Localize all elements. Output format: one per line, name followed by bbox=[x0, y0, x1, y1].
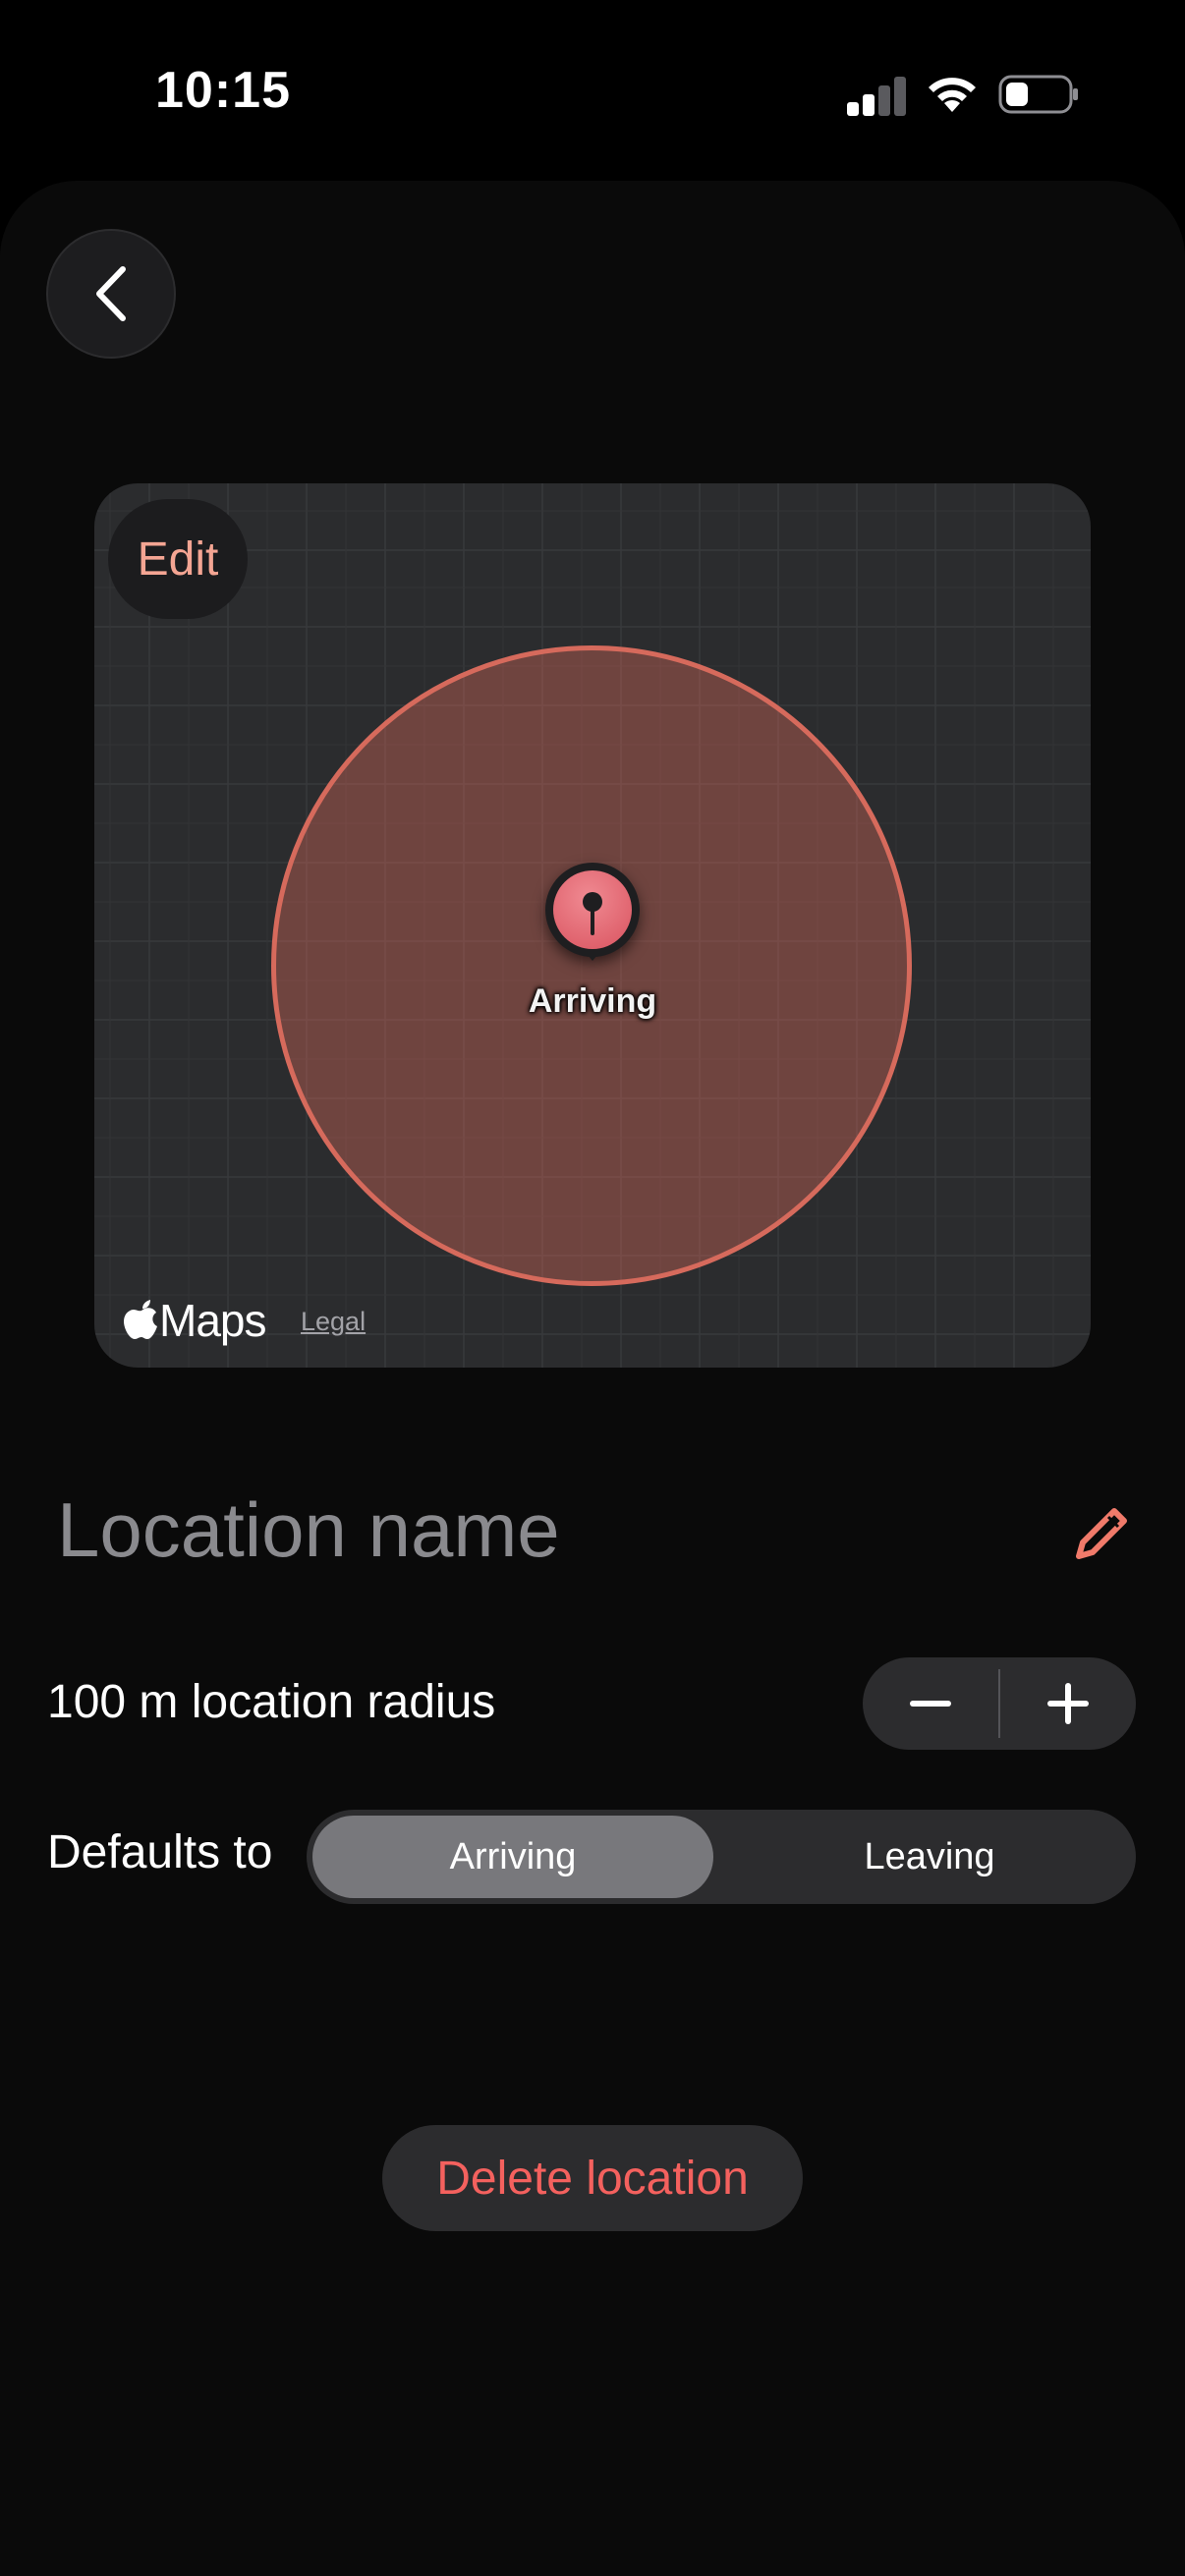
chevron-left-icon bbox=[96, 266, 126, 321]
pin-icon bbox=[553, 870, 632, 949]
map-edit-button[interactable]: Edit bbox=[108, 499, 248, 619]
location-name-field[interactable]: Location name bbox=[57, 1485, 560, 1575]
location-pin[interactable] bbox=[545, 863, 640, 957]
defaults-segmented-control: Arriving Leaving bbox=[307, 1810, 1136, 1904]
defaults-label: Defaults to bbox=[47, 1826, 273, 1878]
pin-label: Arriving bbox=[528, 982, 657, 1020]
battery-icon bbox=[998, 75, 1078, 114]
segment-leaving[interactable]: Leaving bbox=[729, 1816, 1130, 1898]
map-view[interactable]: Arriving Edit Maps Legal bbox=[94, 483, 1091, 1368]
plus-icon bbox=[1047, 1683, 1089, 1724]
segment-arriving[interactable]: Arriving bbox=[312, 1816, 713, 1898]
legal-link[interactable]: Legal bbox=[301, 1307, 366, 1337]
radius-label: 100 m location radius bbox=[47, 1676, 496, 1728]
pushpin-icon bbox=[583, 892, 602, 935]
back-button[interactable] bbox=[46, 229, 176, 359]
maps-brand-text: Maps bbox=[159, 1295, 266, 1346]
minus-icon bbox=[910, 1701, 951, 1707]
apple-logo-icon bbox=[124, 1300, 157, 1339]
pin-tail bbox=[583, 949, 602, 961]
wifi-icon bbox=[929, 78, 976, 112]
pencil-icon[interactable] bbox=[1069, 1503, 1132, 1566]
geofence-radius-circle[interactable] bbox=[271, 645, 912, 1286]
radius-increment-button[interactable] bbox=[1000, 1657, 1136, 1750]
delete-location-button[interactable]: Delete location bbox=[382, 2125, 803, 2231]
radius-decrement-button[interactable] bbox=[863, 1657, 998, 1750]
apple-maps-logo: Maps bbox=[124, 1291, 266, 1350]
status-time: 10:15 bbox=[155, 62, 291, 119]
signal-icon bbox=[847, 77, 906, 116]
status-bar: 10:15 bbox=[0, 0, 1185, 187]
radius-stepper bbox=[863, 1657, 1136, 1750]
